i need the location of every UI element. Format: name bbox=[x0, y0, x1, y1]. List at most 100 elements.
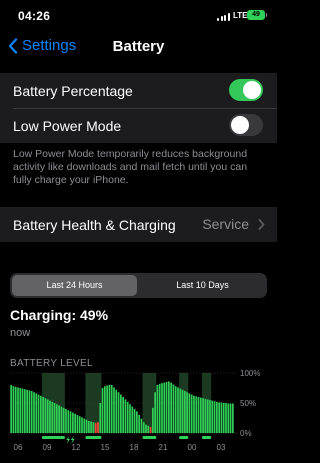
battery-bar bbox=[85, 419, 88, 433]
battery-bar bbox=[145, 424, 147, 433]
battery-bar bbox=[200, 397, 202, 433]
charging-status: Charging: 49% bbox=[10, 307, 109, 323]
battery-bar bbox=[147, 425, 150, 433]
battery-bar bbox=[232, 403, 234, 433]
toggle-knob bbox=[243, 81, 261, 99]
battery-bar bbox=[184, 391, 186, 433]
battery-bar bbox=[65, 409, 67, 433]
battery-bar bbox=[218, 402, 220, 433]
battery-bar bbox=[72, 412, 74, 433]
battery-bar bbox=[174, 386, 177, 433]
battery-bar bbox=[42, 397, 44, 433]
battery-bar bbox=[35, 393, 38, 433]
battery-bar bbox=[124, 399, 127, 433]
battery-bar bbox=[131, 406, 134, 433]
battery-bar bbox=[94, 422, 97, 433]
battery-percentage-label: Battery Percentage bbox=[13, 82, 133, 99]
battery-bar bbox=[222, 403, 225, 433]
battery-bar bbox=[225, 403, 227, 433]
cellular-signal-icon bbox=[217, 13, 231, 21]
battery-bar bbox=[56, 404, 58, 433]
battery-health-group: Battery Health & Charging Service bbox=[0, 207, 277, 242]
battery-bar bbox=[209, 400, 211, 433]
battery-bar bbox=[197, 397, 200, 433]
battery-bar bbox=[90, 421, 92, 433]
x-tick-label: 21 bbox=[159, 443, 168, 452]
battery-bar bbox=[67, 410, 70, 433]
battery-bar bbox=[133, 409, 136, 433]
battery-percentage-toggle[interactable] bbox=[229, 79, 263, 101]
battery-bar bbox=[177, 387, 179, 433]
battery-bar bbox=[172, 384, 175, 433]
network-type-label: LTE bbox=[233, 11, 248, 20]
battery-bar bbox=[120, 394, 122, 433]
battery-bar bbox=[168, 381, 170, 433]
battery-bar bbox=[227, 403, 230, 433]
battery-bar bbox=[152, 407, 154, 433]
battery-bar bbox=[202, 398, 204, 433]
charging-time: now bbox=[10, 327, 31, 339]
x-tick-label: 18 bbox=[130, 443, 139, 452]
y-tick-label: 0% bbox=[240, 429, 252, 438]
battery-health-detail: Service bbox=[202, 216, 249, 232]
toggle-knob bbox=[231, 116, 249, 134]
chevron-right-icon bbox=[258, 219, 265, 230]
battery-bar bbox=[58, 405, 60, 433]
y-tick-label: 50% bbox=[240, 399, 256, 408]
battery-bar bbox=[53, 403, 56, 433]
battery-health-label: Battery Health & Charging bbox=[13, 216, 176, 233]
battery-bar bbox=[24, 389, 26, 433]
charging-indicator bbox=[202, 436, 212, 439]
battery-bar bbox=[126, 401, 129, 433]
x-tick-label: 03 bbox=[217, 443, 226, 452]
battery-bar bbox=[83, 418, 86, 433]
x-tick-label: 15 bbox=[101, 443, 110, 452]
battery-bar bbox=[40, 395, 42, 433]
battery-bar bbox=[161, 383, 163, 433]
battery-bar bbox=[211, 400, 214, 433]
battery-bar bbox=[33, 392, 35, 433]
battery-bar bbox=[78, 416, 81, 433]
time-range-segmented-control: Last 24 Hours Last 10 Days bbox=[10, 273, 267, 298]
battery-bar bbox=[30, 391, 33, 433]
settings-group: Battery Percentage Low Power Mode bbox=[0, 73, 277, 143]
battery-bar bbox=[69, 411, 72, 433]
battery-bar bbox=[154, 392, 156, 433]
low-power-mode-toggle[interactable] bbox=[229, 114, 263, 136]
battery-bar bbox=[149, 427, 152, 433]
battery-bar bbox=[206, 399, 209, 433]
battery-bar bbox=[108, 385, 111, 433]
low-power-mode-label: Low Power Mode bbox=[13, 117, 122, 134]
battery-bar bbox=[190, 394, 193, 433]
battery-percentage-row: Battery Percentage bbox=[0, 73, 277, 108]
battery-bar bbox=[163, 382, 166, 433]
battery-bar bbox=[216, 401, 218, 433]
battery-bar bbox=[156, 385, 159, 433]
battery-health-row[interactable]: Battery Health & Charging Service bbox=[0, 207, 277, 242]
battery-bar bbox=[186, 392, 188, 433]
battery-bar bbox=[129, 404, 131, 433]
battery-bar bbox=[195, 396, 198, 433]
battery-bar bbox=[138, 415, 140, 433]
segment-last-24-hours[interactable]: Last 24 Hours bbox=[12, 275, 137, 296]
battery-bar bbox=[106, 385, 108, 433]
low-power-mode-footnote: Low Power Mode temporarily reduces backg… bbox=[13, 148, 248, 186]
battery-bar bbox=[229, 403, 232, 433]
battery-bar bbox=[136, 411, 138, 433]
battery-bar bbox=[19, 388, 22, 433]
battery-bar bbox=[74, 413, 76, 433]
battery-bar bbox=[14, 386, 17, 433]
navigation-bar: Settings Battery bbox=[0, 30, 277, 64]
battery-bar bbox=[204, 398, 207, 433]
charging-indicator bbox=[142, 436, 157, 439]
battery-bar bbox=[142, 422, 145, 433]
status-bar: 04:26 LTE 49 bbox=[0, 0, 277, 30]
segment-last-10-days[interactable]: Last 10 Days bbox=[140, 275, 265, 296]
battery-bar bbox=[49, 400, 51, 433]
battery-bar bbox=[220, 402, 223, 433]
battery-bar bbox=[115, 389, 118, 433]
battery-bar bbox=[179, 388, 182, 433]
battery-bar bbox=[188, 393, 191, 433]
charging-bolt-icon bbox=[66, 436, 71, 444]
charging-indicator bbox=[179, 436, 189, 439]
